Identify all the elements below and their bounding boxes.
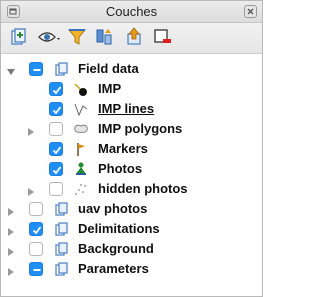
group-icon: [55, 242, 68, 256]
layers-panel: Couches Field data IMP IMP lines IMP pol…: [0, 0, 263, 297]
remove-layer-icon: [154, 29, 171, 43]
layer-label: Markers: [98, 141, 148, 156]
checkmark-icon: [32, 226, 42, 235]
expand-toggle[interactable]: [26, 184, 36, 196]
layer-row-hidden-photos[interactable]: hidden photos: [1, 179, 262, 199]
expand-toggle[interactable]: [6, 244, 16, 256]
layer-label: Photos: [98, 161, 143, 176]
partial-check-icon: [33, 269, 41, 271]
chevron-right-icon: [8, 268, 14, 276]
layer-row-uav-photos[interactable]: uav photos: [1, 199, 262, 219]
expand-toggle[interactable]: [26, 124, 36, 136]
layer-visibility-checkbox[interactable]: [29, 202, 43, 216]
photo-layer-icon: [76, 162, 86, 175]
group-icon: [55, 222, 68, 236]
group-icon: [53, 61, 69, 77]
flag-marker-icon: [73, 141, 89, 157]
checkmark-icon: [52, 146, 62, 155]
group-icon: [53, 221, 69, 237]
layer-visibility-checkbox[interactable]: [49, 102, 63, 116]
move-up-icon: [127, 27, 141, 45]
filter-button[interactable]: [65, 26, 89, 48]
add-layer-icon: [11, 28, 26, 45]
checkmark-icon: [52, 86, 62, 95]
expand-toggle[interactable]: [6, 224, 16, 236]
layer-label: Parameters: [78, 261, 149, 276]
layer-label: Delimitations: [78, 221, 160, 236]
layer-row-background[interactable]: Background: [1, 239, 262, 259]
layer-row-imp-polygons[interactable]: IMP polygons: [1, 119, 262, 139]
title-bar[interactable]: Couches: [1, 1, 262, 23]
expand-toggle[interactable]: [6, 264, 16, 276]
move-up-button[interactable]: [123, 26, 147, 48]
line-layer-icon: [74, 103, 88, 117]
layer-visibility-checkbox[interactable]: [29, 62, 43, 76]
layer-row-markers[interactable]: Markers: [1, 139, 262, 159]
layers-toolbar: [1, 23, 262, 54]
photo-layer-icon: [73, 161, 89, 177]
group-icon: [55, 262, 68, 276]
layer-label: uav photos: [78, 201, 148, 216]
layer-visibility-checkbox[interactable]: [49, 122, 63, 136]
group-icon: [55, 202, 68, 216]
group-icon: [53, 241, 69, 257]
partial-check-icon: [33, 69, 41, 71]
chevron-right-icon: [28, 188, 34, 196]
layer-tree: Field data IMP IMP lines IMP polygons Mark…: [1, 54, 262, 296]
layer-label: hidden photos: [98, 181, 188, 196]
group-icon: [55, 62, 68, 76]
sort-icon: [96, 29, 112, 45]
expand-toggle[interactable]: [6, 204, 16, 216]
layer-label: Field data: [78, 61, 139, 76]
checkmark-icon: [52, 166, 62, 175]
remove-layer-button[interactable]: [151, 26, 175, 48]
group-icon: [53, 201, 69, 217]
filter-icon: [67, 29, 87, 45]
polygon-layer-icon: [74, 124, 88, 133]
layer-visibility-checkbox[interactable]: [49, 162, 63, 176]
add-layer-button[interactable]: [7, 26, 31, 48]
layer-visibility-checkbox[interactable]: [29, 262, 43, 276]
point-layer-icon: [74, 83, 87, 96]
layer-visibility-checkbox[interactable]: [49, 182, 63, 196]
layer-row-delimitations[interactable]: Delimitations: [1, 219, 262, 239]
point-layer-icon: [73, 81, 89, 97]
line-layer-icon: [73, 101, 89, 117]
chevron-right-icon: [8, 248, 14, 256]
layer-visibility-checkbox[interactable]: [29, 222, 43, 236]
chevron-down-icon: [7, 69, 15, 75]
chevron-right-icon: [8, 228, 14, 236]
group-icon: [53, 261, 69, 277]
checkmark-icon: [52, 106, 62, 115]
chevron-right-icon: [8, 208, 14, 216]
polygon-layer-icon: [73, 121, 89, 137]
layer-label: IMP polygons: [98, 121, 183, 136]
layer-row-parameters[interactable]: Parameters: [1, 259, 262, 279]
layer-label: Background: [78, 241, 154, 256]
chevron-right-icon: [28, 128, 34, 136]
layer-row-field-data[interactable]: Field data: [1, 59, 262, 79]
layer-visibility-checkbox[interactable]: [49, 82, 63, 96]
visibility-icon: [38, 32, 60, 42]
scatter-points-icon: [73, 181, 89, 197]
layer-label: IMP lines: [98, 101, 155, 116]
layer-row-photos[interactable]: Photos: [1, 159, 262, 179]
expand-toggle[interactable]: [6, 64, 16, 75]
flag-marker-icon: [77, 143, 85, 156]
panel-title: Couches: [105, 4, 158, 19]
scatter-points-icon: [75, 184, 86, 195]
layer-row-imp-lines[interactable]: IMP lines: [1, 99, 262, 119]
layer-visibility-checkbox[interactable]: [49, 142, 63, 156]
layer-label: IMP: [98, 81, 122, 96]
layer-visibility-checkbox[interactable]: [29, 242, 43, 256]
visibility-menu-button[interactable]: [37, 26, 63, 48]
sort-button[interactable]: [93, 26, 117, 48]
layer-row-imp[interactable]: IMP: [1, 79, 262, 99]
